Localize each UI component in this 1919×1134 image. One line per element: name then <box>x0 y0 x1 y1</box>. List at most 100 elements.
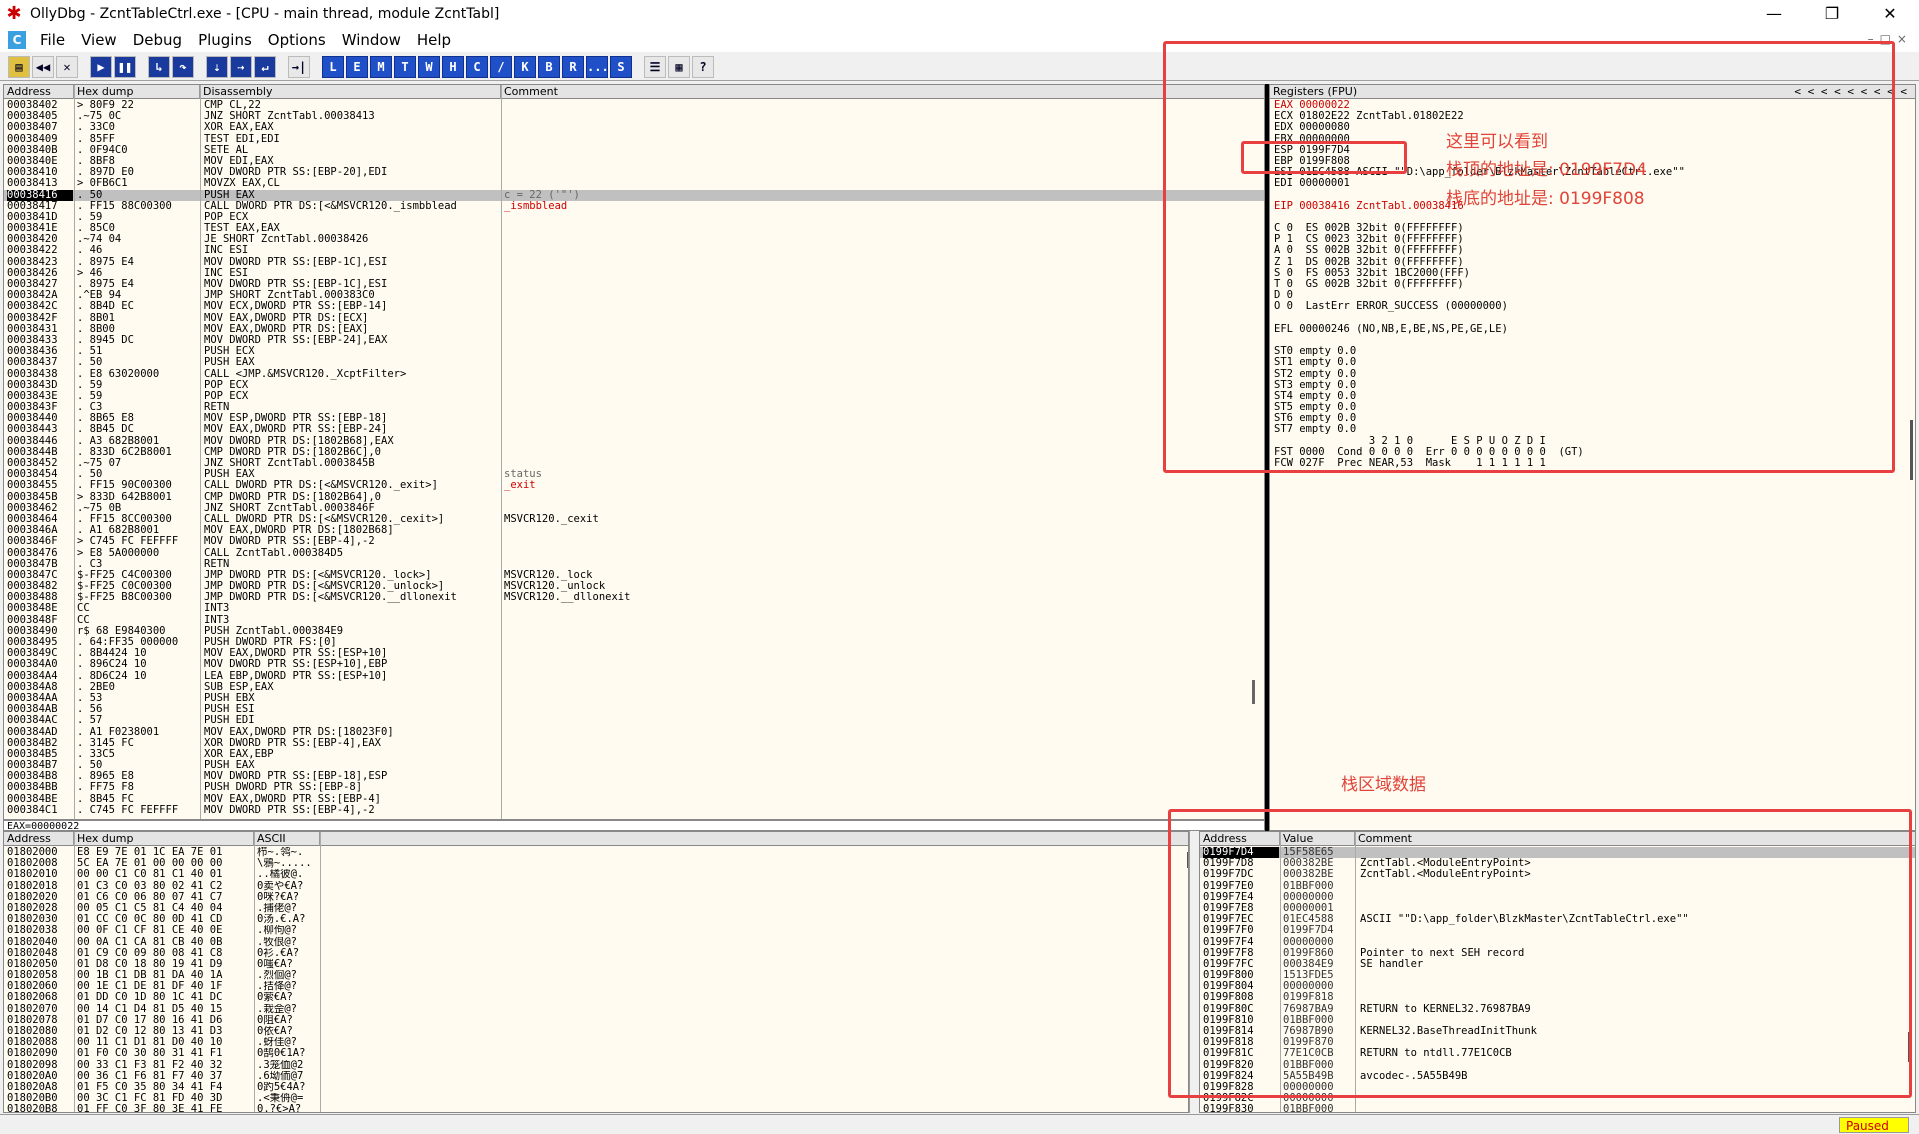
disasm-row[interactable]: 0003847C $-FF25 C4C00300 JMP DWORD PTR DS:… <box>4 570 1264 581</box>
step-over-icon[interactable]: ↷ <box>172 55 194 78</box>
disasm-row[interactable]: 0003842F . 8B01 MOV EAX,DWORD PTR DS:[ECX] <box>4 313 1264 324</box>
disasm-row[interactable]: 0003847B . C3 RETN <box>4 559 1264 570</box>
go-to-icon[interactable]: →| <box>288 55 310 78</box>
dump-row[interactable]: 01802080 01 D2 C0 12 80 13 41 D3 0依€A? <box>4 1026 1188 1037</box>
trace-over-icon[interactable]: ⇢ <box>230 55 252 78</box>
disasm-row[interactable]: 000384AA . 53 PUSH EBX <box>4 693 1264 704</box>
dump-row[interactable]: 01802070 00 14 C1 D4 81 D5 40 15 .栽佱@? <box>4 1004 1188 1015</box>
disasm-row[interactable]: 00038482 $-FF25 C0C00300 JMP DWORD PTR DS:… <box>4 581 1264 592</box>
disasm-row[interactable]: 0003845B > 833D 642B8001 CMP DWORD PTR DS:… <box>4 492 1264 503</box>
minimize-button[interactable]: — <box>1745 0 1803 28</box>
disasm-row[interactable]: 000384B8 . 8965 E8 MOV DWORD PTR SS:[EBP-1… <box>4 771 1264 782</box>
dump-row[interactable]: 01802058 00 1B C1 DB 81 DA 40 1A .烈佪@? <box>4 970 1188 981</box>
disasm-row[interactable]: 0003842C . 8B4D EC MOV ECX,DWORD PTR SS:[E… <box>4 301 1264 312</box>
stack-row[interactable]: 0199F830 01BBF000 <box>1200 1104 1915 1112</box>
disasm-row[interactable]: 00038405 .~75 0C JNZ SHORT ZcntTabl.000384… <box>4 111 1264 122</box>
run-icon[interactable]: ▶ <box>90 55 112 78</box>
disassembly-rows[interactable]: 00038402 > 80F9 22 CMP CL,22 00038405 .~75 0… <box>4 100 1264 819</box>
disasm-row[interactable]: 0003841E . 85C0 TEST EAX,EAX <box>4 223 1264 234</box>
disasm-row[interactable]: 00038437 . 50 PUSH EAX <box>4 357 1264 368</box>
close-icon[interactable]: ✕ <box>56 55 78 78</box>
disasm-row[interactable]: 0003844B . 833D 6C2B8001 CMP DWORD PTR DS:… <box>4 447 1264 458</box>
pause-icon[interactable]: ❚❚ <box>114 55 136 78</box>
disasm-row[interactable]: 00038431 . 8B00 MOV EAX,DWORD PTR DS:[EAX] <box>4 324 1264 335</box>
disasm-row[interactable]: 0003843D . 59 POP ECX <box>4 380 1264 391</box>
run-trace-button[interactable]: ... <box>586 55 609 78</box>
col-disassembly[interactable]: Disassembly <box>200 85 501 99</box>
disasm-row[interactable]: 0003840B . 0F94C0 SETE AL <box>4 145 1264 156</box>
source-button[interactable]: S <box>610 55 632 78</box>
disasm-row[interactable]: 00038438 . E8 63020000 CALL <JMP.&MSVCR120… <box>4 369 1264 380</box>
dump-row[interactable]: 01802048 01 C9 C0 09 80 08 41 C8 0衫.€A? <box>4 948 1188 959</box>
menu-window[interactable]: Window <box>334 31 409 49</box>
disasm-row[interactable]: 00038427 . 8975 E4 MOV DWORD PTR SS:[EBP-1… <box>4 279 1264 290</box>
disasm-row[interactable]: 00038407 . 33C0 XOR EAX,EAX <box>4 122 1264 133</box>
disasm-row[interactable]: 0003846A . A1 682B8001 MOV EAX,DWORD PTR D… <box>4 525 1264 536</box>
rewind-icon[interactable]: ◀◀ <box>32 55 54 78</box>
disasm-row[interactable]: 00038416 . 50 PUSH EAX c = 22 ('"') <box>4 189 1264 201</box>
help-button[interactable]: ? <box>692 55 714 78</box>
disasm-row[interactable]: 0003842A .^EB 94 JMP SHORT ZcntTabl.000383… <box>4 290 1264 301</box>
dump-row[interactable]: 018020A8 01 F5 C0 35 80 34 41 F4 0趵5€4A? <box>4 1082 1188 1093</box>
col-comment[interactable]: Comment <box>501 85 1264 99</box>
registers-scroll-thumb[interactable] <box>1910 420 1913 480</box>
menu-plugins[interactable]: Plugins <box>190 31 260 49</box>
dump-row[interactable]: 018020B0 00 3C C1 FC 81 FD 40 3D .<秉侜@= <box>4 1093 1188 1104</box>
trace-into-icon[interactable]: ⇣ <box>206 55 228 78</box>
disasm-row[interactable]: 00038410 . 897D E0 MOV DWORD PTR SS:[EBP-2… <box>4 167 1264 178</box>
disasm-row[interactable]: 00038488 $-FF25 B8C00300 JMP DWORD PTR DS:… <box>4 592 1264 603</box>
disasm-row[interactable]: 00038495 . 64:FF35 000000 PUSH DWORD PTR F… <box>4 637 1264 648</box>
menu-file[interactable]: File <box>32 31 73 49</box>
cpu-window-icon[interactable]: C <box>8 31 26 49</box>
dump-row[interactable]: 01802090 01 F0 C0 30 80 31 41 F1 0鹄0€1A? <box>4 1048 1188 1059</box>
disasm-row[interactable]: 0003840E . 8BF8 MOV EDI,EAX <box>4 156 1264 167</box>
dump-row[interactable]: 01802068 01 DD C0 1D 80 1C 41 DC 0萦€A? <box>4 992 1188 1003</box>
cpu-button[interactable]: C <box>466 55 488 78</box>
menu-help[interactable]: Help <box>409 31 459 49</box>
disasm-scroll-thumb[interactable] <box>1252 680 1255 704</box>
col-hex-dump[interactable]: Hex dump <box>74 85 200 99</box>
disasm-row[interactable]: 000384BB . FF75 F8 PUSH DWORD PTR SS:[EBP-… <box>4 782 1264 793</box>
list-icon[interactable]: ☰ <box>644 55 666 78</box>
memory-map-button[interactable]: M <box>370 55 392 78</box>
handles-button[interactable]: H <box>442 55 464 78</box>
disasm-row[interactable]: 00038423 . 8975 E4 MOV DWORD PTR SS:[EBP-1… <box>4 257 1264 268</box>
disasm-row[interactable]: 00038402 > 80F9 22 CMP CL,22 <box>4 100 1264 111</box>
windows-button[interactable]: W <box>418 55 440 78</box>
disasm-row[interactable]: 0003849C . 8B4424 10 MOV EAX,DWORD PTR SS:… <box>4 648 1264 659</box>
disasm-row[interactable]: 0003841D . 59 POP ECX <box>4 212 1264 223</box>
col-address[interactable]: Address <box>4 85 74 99</box>
disasm-row[interactable]: 00038490 r$ 68 E9840300 PUSH ZcntTabl.0003… <box>4 626 1264 637</box>
disasm-row[interactable]: 000384A8 . 2BE0 SUB ESP,EAX <box>4 682 1264 693</box>
dump-row[interactable]: 01802030 01 CC C0 0C 80 0D 41 CD 0汤.€.A? <box>4 914 1188 925</box>
dump-row[interactable]: 01802028 00 05 C1 C5 81 C4 40 04 .捕佬@? <box>4 903 1188 914</box>
disasm-row[interactable]: 0003846F > C745 FC FEFFFF MOV DWORD PTR SS… <box>4 536 1264 547</box>
references-button[interactable]: R <box>562 55 584 78</box>
breakpoints-button[interactable]: B <box>538 55 560 78</box>
patches-button[interactable]: / <box>490 55 512 78</box>
disasm-row[interactable]: 00038455 . FF15 90C00300 CALL DWORD PTR DS… <box>4 480 1264 491</box>
disasm-row[interactable]: 000384B5 . 33C5 XOR EAX,EBP <box>4 749 1264 760</box>
dump-row[interactable]: 01802040 00 0A C1 CA 81 CB 40 0B .牧佷@? <box>4 937 1188 948</box>
disasm-row[interactable]: 00038443 . 8B45 DC MOV EAX,DWORD PTR SS:[E… <box>4 424 1264 435</box>
disasm-row[interactable]: 00038413 > 0FB6C1 MOVZX EAX,CL <box>4 178 1264 189</box>
dump-row[interactable]: 01802008 5C EA 7E 01 00 00 00 00 \鴉~..... <box>4 858 1188 869</box>
executables-button[interactable]: E <box>346 55 368 78</box>
grid-icon[interactable]: ▦ <box>668 55 690 78</box>
maximize-button[interactable]: ❐ <box>1803 0 1861 28</box>
dump-row[interactable]: 01802018 01 C3 C0 03 80 02 41 C2 0卖や€A? <box>4 881 1188 892</box>
disasm-row[interactable]: 00038452 .~75 07 JNZ SHORT ZcntTabl.000384… <box>4 458 1264 469</box>
disasm-row[interactable]: 00038462 .~75 0B JNZ SHORT ZcntTabl.000384… <box>4 503 1264 514</box>
dump-row[interactable]: 01802010 00 00 C1 C0 81 C1 40 01 ..橘彼@. <box>4 869 1188 880</box>
disasm-row[interactable]: 00038420 .~74 04 JE SHORT ZcntTabl.0003842… <box>4 234 1264 245</box>
open-icon[interactable]: ▤ <box>8 55 30 78</box>
disasm-row[interactable]: 000384C1 . C745 FC FEFFFF MOV DWORD PTR SS… <box>4 805 1264 816</box>
menu-options[interactable]: Options <box>260 31 334 49</box>
menu-view[interactable]: View <box>73 31 125 49</box>
disasm-row[interactable]: 00038476 > E8 5A000000 CALL ZcntTabl.00038… <box>4 548 1264 559</box>
disasm-row[interactable]: 0003848E CC INT3 <box>4 603 1264 614</box>
disasm-row[interactable]: 00038409 . 85FF TEST EDI,EDI <box>4 134 1264 145</box>
disasm-row[interactable]: 000384B2 . 3145 FC XOR DWORD PTR SS:[EBP-4… <box>4 738 1264 749</box>
col-hex-dump[interactable]: Hex dump <box>74 832 254 846</box>
threads-button[interactable]: T <box>394 55 416 78</box>
